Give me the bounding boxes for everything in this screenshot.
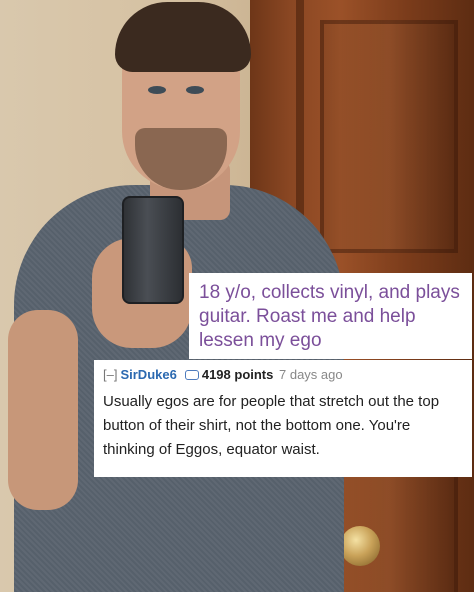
door-panel-upper bbox=[320, 20, 458, 253]
score-icon bbox=[184, 369, 199, 380]
door-knob bbox=[340, 526, 380, 566]
hair bbox=[115, 2, 251, 72]
collapse-toggle[interactable]: [–] bbox=[103, 367, 117, 382]
comment-author[interactable]: SirDuke6 bbox=[120, 367, 176, 382]
post-title: 18 y/o, collects vinyl, and plays guitar… bbox=[199, 282, 460, 351]
right-eye bbox=[186, 86, 204, 94]
comment-body: Usually egos are for people that stretch… bbox=[103, 393, 440, 458]
left-eye bbox=[148, 86, 166, 94]
arm bbox=[8, 310, 78, 510]
comment-points: 4198 points bbox=[201, 367, 274, 382]
comment-meta: [–] SirDuke6 4198 points 7 days ago bbox=[103, 366, 463, 384]
meme-image: 18 y/o, collects vinyl, and plays guitar… bbox=[0, 0, 474, 592]
comment-age: 7 days ago bbox=[279, 367, 343, 382]
post-title-box: 18 y/o, collects vinyl, and plays guitar… bbox=[189, 273, 472, 359]
phone bbox=[122, 196, 184, 304]
comment-box: [–] SirDuke6 4198 points 7 days ago Usuall… bbox=[94, 360, 472, 477]
